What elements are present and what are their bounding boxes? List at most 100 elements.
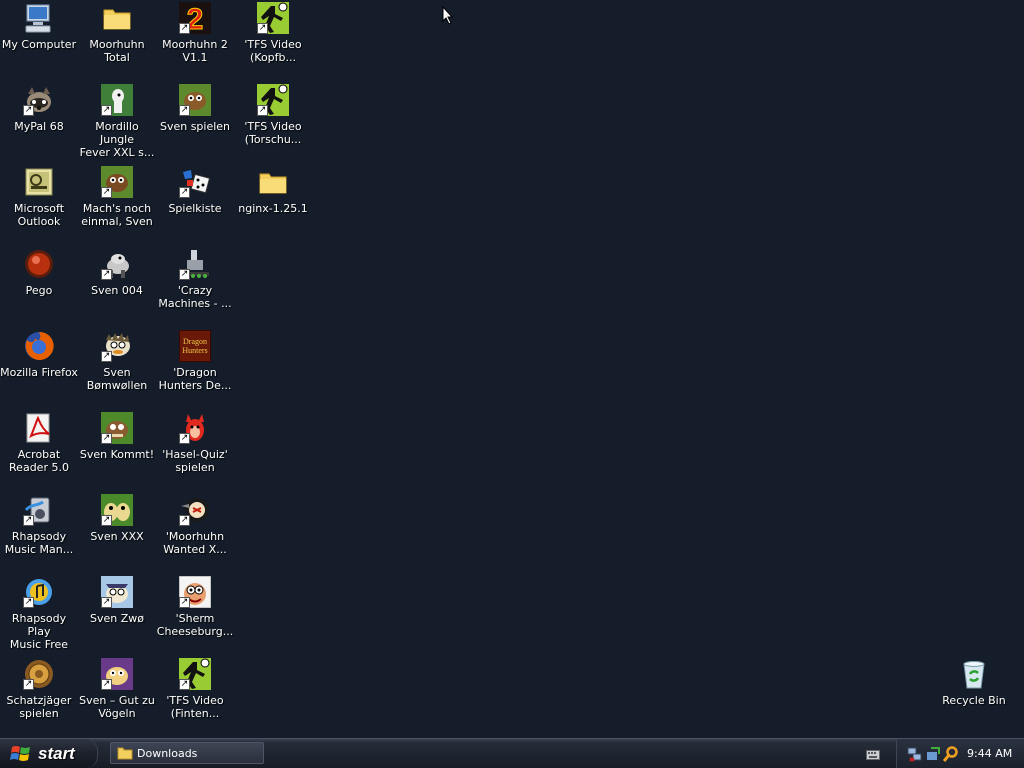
- taskbar: start Downloads 9:44 AM: [0, 738, 1024, 768]
- desktop-icon-rhapsody-play[interactable]: ↗ Rhapsody Play Music Free: [0, 576, 78, 651]
- firefox-icon: [23, 330, 55, 362]
- network-icon[interactable]: [907, 746, 923, 762]
- shortcut-arrow-icon: ↗: [23, 105, 34, 116]
- desktop-icon-tfs-video-finten[interactable]: ↗ 'TFS Video (Finten...: [156, 658, 234, 720]
- keyboard-icon[interactable]: [866, 748, 880, 760]
- desktop-icon-label: Pego: [25, 284, 53, 297]
- rhapsody-play-icon: ↗: [23, 576, 55, 608]
- sven-gut-icon: ↗: [101, 658, 133, 690]
- desktop-icon-dragon-hunters[interactable]: Dragon Hunters 'Dragon Hunters De...: [156, 330, 234, 392]
- mouse-cursor-icon: [442, 6, 454, 25]
- desktop-icon-pego[interactable]: Pego: [0, 248, 78, 297]
- shortcut-arrow-icon: ↗: [257, 105, 268, 116]
- desktop-icon-my-computer[interactable]: My Computer: [0, 2, 78, 51]
- desktop-icon-label: Sven XXX: [90, 530, 144, 543]
- desktop-icon-label: Mordillo Jungle Fever XXL s...: [79, 120, 155, 159]
- desktop-icon-sven-zwo[interactable]: ↗ Sven Zwø: [78, 576, 156, 625]
- desktop-icon-schatzjaeger[interactable]: ↗ Schatzjäger spielen: [0, 658, 78, 720]
- desktop-icon-firefox[interactable]: Mozilla Firefox: [0, 330, 78, 379]
- desktop-icon-sven-spielen[interactable]: ↗ Sven spielen: [156, 84, 234, 133]
- shortcut-arrow-icon: ↗: [179, 515, 190, 526]
- desktop-icon-hasel-quiz[interactable]: ↗ 'Hasel-Quiz' spielen: [156, 412, 234, 474]
- shortcut-arrow-icon: ↗: [179, 105, 190, 116]
- shortcut-arrow-icon: ↗: [23, 515, 34, 526]
- dragon-hunters-icon: Dragon Hunters: [179, 330, 211, 362]
- desktop-icon-moorhuhn-total[interactable]: Moorhuhn Total: [78, 2, 156, 64]
- desktop-icon-tfs-video-kopfb[interactable]: ↗ 'TFS Video (Kopfb...: [234, 2, 312, 64]
- desktop-icon-nginx[interactable]: nginx-1.25.1: [234, 166, 312, 215]
- search-icon[interactable]: [943, 746, 959, 762]
- shortcut-arrow-icon: ↗: [179, 679, 190, 690]
- spielkiste-icon: ↗: [179, 166, 211, 198]
- desktop-icon-outlook[interactable]: Microsoft Outlook: [0, 166, 78, 228]
- schatzjaeger-icon: ↗: [23, 658, 55, 690]
- desktop-icon-crazy-machines[interactable]: ↗ 'Crazy Machines - ...: [156, 248, 234, 310]
- desktop-icon-label: 'TFS Video (Finten...: [166, 694, 224, 720]
- desktop-icon-label: Acrobat Reader 5.0: [9, 448, 69, 474]
- safely-remove-hardware-icon[interactable]: [925, 746, 941, 762]
- desktop-icon-rhapsody[interactable]: ↗ Rhapsody Music Man...: [0, 494, 78, 556]
- tfs-video-icon: ↗: [257, 84, 289, 116]
- tfs-video-icon: ↗: [257, 2, 289, 34]
- desktop-icon-sven-kommt[interactable]: ↗ Sven Kommt!: [78, 412, 156, 461]
- shortcut-arrow-icon: ↗: [101, 351, 112, 362]
- desktop-icon-label: Sven spielen: [159, 120, 231, 133]
- rhapsody-icon: ↗: [23, 494, 55, 526]
- desktop-icon-label: My Computer: [1, 38, 77, 51]
- desktop-icon-moorhuhn-2[interactable]: 2 ↗ Moorhuhn 2 V1.1: [156, 2, 234, 64]
- desktop-icon-label: Mozilla Firefox: [0, 366, 78, 379]
- start-button[interactable]: start: [0, 739, 98, 768]
- sven-icon: ↗: [101, 166, 133, 198]
- desktop-icon-mach-noch-einmal-sven[interactable]: ↗ Mach's noch einmal, Sven: [78, 166, 156, 228]
- desktop-icon-sven-xxx[interactable]: ↗ Sven XXX: [78, 494, 156, 543]
- desktop-icon-sven-bomwollen[interactable]: ↗ Sven Bømwøllen: [78, 330, 156, 392]
- desktop-icon-label: 'Sherm Cheeseburg...: [156, 612, 234, 638]
- desktop-icon-acrobat[interactable]: Acrobat Reader 5.0: [0, 412, 78, 474]
- desktop-icon-label: Moorhuhn Total: [89, 38, 145, 64]
- desktop-icon-label: MyPal 68: [14, 120, 64, 133]
- windows-flag-icon: [10, 745, 30, 761]
- sven-004-icon: ↗: [101, 248, 133, 280]
- desktop-icon-moorhuhn-wanted[interactable]: ↗ 'Moorhuhn Wanted X...: [156, 494, 234, 556]
- desktop-icon-sven-gut-zu-voegeln[interactable]: ↗ Sven – Gut zu Vögeln: [78, 658, 156, 720]
- clock[interactable]: 9:44 AM: [967, 747, 1012, 760]
- taskbar-button-downloads[interactable]: Downloads: [110, 742, 264, 764]
- start-label: start: [38, 743, 75, 763]
- shortcut-arrow-icon: ↗: [101, 187, 112, 198]
- shortcut-arrow-icon: ↗: [179, 433, 190, 444]
- desktop-icon-mypal[interactable]: ↗ MyPal 68: [0, 84, 78, 133]
- mordillo-icon: ↗: [101, 84, 133, 116]
- desktop-icon-label: 'Moorhuhn Wanted X...: [163, 530, 227, 556]
- dragon-hunters-logo: Dragon Hunters: [179, 330, 211, 362]
- desktop-icon-spielkiste[interactable]: ↗ Spielkiste: [156, 166, 234, 215]
- desktop-icon-label: Sven Zwø: [90, 612, 144, 625]
- acrobat-icon: [23, 412, 55, 444]
- my-computer-icon: [23, 2, 55, 34]
- shortcut-arrow-icon: ↗: [179, 269, 190, 280]
- desktop-icon-sven-004[interactable]: ↗ Sven 004: [78, 248, 156, 297]
- mypal-icon: ↗: [23, 84, 55, 116]
- outlook-icon: [23, 166, 55, 198]
- desktop-icon-label: Mach's noch einmal, Sven: [81, 202, 153, 228]
- desktop-icon-mordillo[interactable]: ↗ Mordillo Jungle Fever XXL s...: [78, 84, 156, 159]
- desktop-icon-recycle-bin[interactable]: Recycle Bin: [935, 658, 1013, 707]
- sven-kommt-icon: ↗: [101, 412, 133, 444]
- desktop-icon-label: 'Dragon Hunters De...: [158, 366, 232, 392]
- desktop-icon-label: Sven – Gut zu Vögeln: [79, 694, 155, 720]
- hasel-quiz-icon: ↗: [179, 412, 211, 444]
- desktop-icon-label: Rhapsody Play Music Free: [9, 612, 69, 651]
- moorhuhn-2-icon: 2 ↗: [179, 2, 211, 34]
- desktop-icon-label: nginx-1.25.1: [238, 202, 308, 215]
- desktop-icon-label: Recycle Bin: [942, 694, 1006, 707]
- sherm-icon: ↗: [179, 576, 211, 608]
- shortcut-arrow-icon: ↗: [101, 105, 112, 116]
- system-tray: 9:44 AM: [896, 739, 1024, 768]
- desktop-icon-label: Sven Kommt!: [79, 448, 155, 461]
- shortcut-arrow-icon: ↗: [101, 597, 112, 608]
- desktop-icon-sherm[interactable]: ↗ 'Sherm Cheeseburg...: [156, 576, 234, 638]
- desktop: My Computer ↗ MyPal 68 Microsoft Outlook…: [0, 0, 1024, 738]
- desktop-icon-tfs-video-torschu[interactable]: ↗ 'TFS Video (Torschu...: [234, 84, 312, 146]
- sven-zwo-icon: ↗: [101, 576, 133, 608]
- folder-icon: [101, 2, 133, 34]
- recycle-bin-icon: [958, 658, 990, 690]
